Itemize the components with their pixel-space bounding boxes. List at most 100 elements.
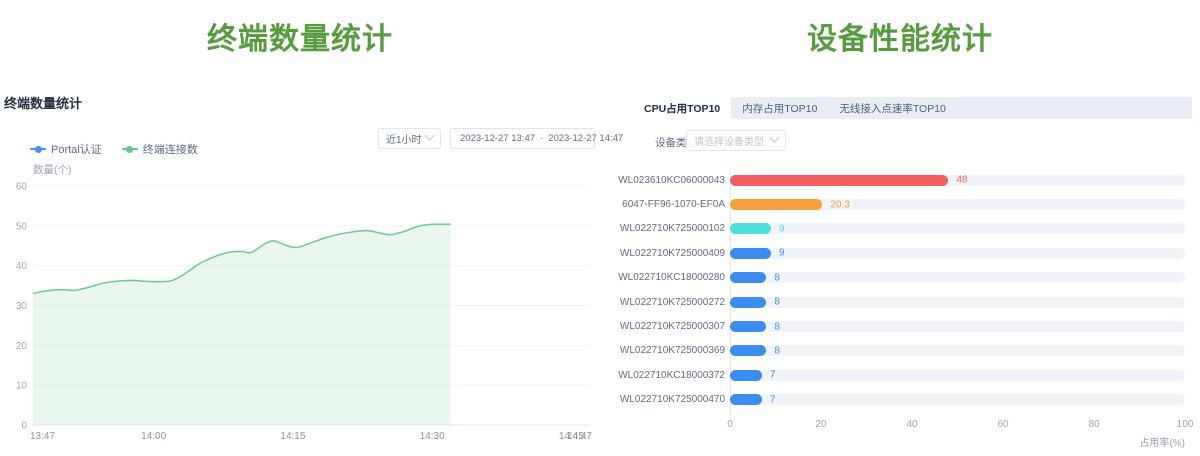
svg-text:0: 0 <box>21 421 27 432</box>
device-type-select[interactable]: 请选择设备类型 <box>686 130 786 151</box>
date-start: 2023-12-27 13:47 <box>460 133 535 144</box>
bar <box>730 321 766 332</box>
bar-plot-area: 9 <box>730 241 1185 265</box>
svg-text:50: 50 <box>16 221 28 232</box>
bar-category-label: WL022710K725000369 <box>645 339 725 363</box>
bar-chart-x-ticks: 020406080100 <box>730 419 1185 431</box>
bar-value-label: 9 <box>779 223 785 234</box>
bar-category-label: WL022710K725000409 <box>645 241 725 265</box>
bar-x-tick: 40 <box>906 419 917 430</box>
terminal-panel-title: 终端数量统计 <box>4 93 82 112</box>
bar-category-label: WL022710K725000307 <box>645 314 725 338</box>
chart-legend: Portal认证 终端连接数 <box>30 141 198 157</box>
time-range-value: 近1小时 <box>386 131 422 146</box>
bar <box>730 199 822 210</box>
bar-track <box>730 297 1185 308</box>
bar-plot-area: 7 <box>730 363 1185 387</box>
bar-track <box>730 370 1185 381</box>
legend-marker-terminal-icon <box>122 148 138 150</box>
tab-memory-top10[interactable]: 内存占用TOP10 <box>731 97 828 119</box>
legend-marker-portal-icon <box>30 148 46 150</box>
bar <box>730 248 771 259</box>
bar <box>730 345 766 356</box>
bar-track <box>730 345 1185 356</box>
bar <box>730 223 771 234</box>
device-performance-section: 设备性能统计 CPU占用TOP10 内存占用TOP10 无线接入点速率TOP10… <box>600 0 1200 456</box>
bar-value-label: 9 <box>779 248 785 259</box>
bar-row: WL022710KC18000280 8 <box>645 266 1185 290</box>
bar-value-label: 48 <box>956 175 967 186</box>
bar-plot-area: 7 <box>730 388 1185 412</box>
date-separator: - <box>539 133 544 144</box>
bar-track <box>730 248 1185 259</box>
bar-chart-x-axis-label: 占用率(%) <box>1139 434 1185 449</box>
svg-text:20: 20 <box>16 341 28 352</box>
svg-text:13:47: 13:47 <box>30 431 55 442</box>
bar-category-label: WL022710K725000272 <box>645 290 725 314</box>
bar-category-label: WL022710K725000102 <box>645 217 725 241</box>
svg-text:30: 30 <box>16 301 28 312</box>
bar <box>730 370 762 381</box>
bar-x-tick: 20 <box>815 419 826 430</box>
legend-label-terminal: 终端连接数 <box>143 141 198 157</box>
cpu-top10-bar-chart: WL023610KC06000043 48 6047-FF96-1070-EF0A 2… <box>645 168 1185 412</box>
bar <box>730 297 766 308</box>
bar-category-label: WL022710KC18000280 <box>645 266 725 290</box>
svg-text:14:47: 14:47 <box>567 431 592 442</box>
bar-plot-area: 8 <box>730 266 1185 290</box>
bar <box>730 272 766 283</box>
bar-plot-area: 9 <box>730 217 1185 241</box>
bar-row: WL022710K725000102 9 <box>645 217 1185 241</box>
bar-value-label: 8 <box>774 321 780 332</box>
bar-category-label: 6047-FF96-1070-EF0A <box>645 192 725 216</box>
bar-row: WL022710K7250004707 <box>645 388 1185 412</box>
svg-text:10: 10 <box>16 381 28 392</box>
bar-plot-area: 8 <box>730 314 1185 338</box>
performance-tabs: CPU占用TOP10 内存占用TOP10 无线接入点速率TOP10 <box>633 97 1192 119</box>
chevron-down-icon <box>770 133 780 143</box>
bar-value-label: 8 <box>774 272 780 283</box>
legend-item-terminal-connections[interactable]: 终端连接数 <box>122 141 198 157</box>
bar-x-tick: 0 <box>727 419 733 430</box>
right-section-title: 设备性能统计 <box>600 14 1200 58</box>
legend-label-portal: Portal认证 <box>51 141 102 157</box>
terminal-count-line-chart: 0102030405060数量(个)13:4714:0014:1514:3014… <box>0 160 600 456</box>
bar-plot-area: 48 <box>730 168 1185 192</box>
bar-plot-area: 20.3 <box>730 192 1185 216</box>
time-range-select[interactable]: 近1小时 <box>378 128 441 149</box>
bar-track <box>730 321 1185 332</box>
bar-category-label: WL023610KC06000043 <box>645 168 725 192</box>
bar-value-label: 8 <box>774 345 780 356</box>
bar-value-label: 20.3 <box>830 199 849 210</box>
bar-row: WL023610KC06000043 48 <box>645 168 1185 192</box>
bar <box>730 175 948 186</box>
bar-row: 6047-FF96-1070-EF0A 20.3 <box>645 192 1185 216</box>
svg-text:40: 40 <box>16 261 28 272</box>
device-type-placeholder: 请选择设备类型 <box>694 133 764 148</box>
bar-row: WL022710KC18000372 7 <box>645 363 1185 387</box>
svg-text:14:00: 14:00 <box>141 431 166 442</box>
bar-category-label: WL022710KC18000372 <box>645 363 725 387</box>
bar-row: WL022710K725000369 8 <box>645 339 1185 363</box>
bar-category-label: WL022710K725000470 <box>645 388 725 412</box>
chevron-down-icon <box>425 131 435 141</box>
date-range-picker[interactable]: 2023-12-27 13:47 - 2023-12-27 14:47 <box>450 128 595 149</box>
tab-cpu-top10[interactable]: CPU占用TOP10 <box>633 97 731 119</box>
bar-x-tick: 80 <box>1088 419 1099 430</box>
bar-x-tick: 60 <box>997 419 1008 430</box>
bar-row: WL022710K725000307 8 <box>645 314 1185 338</box>
bar-track <box>730 394 1185 405</box>
svg-text:数量(个): 数量(个) <box>33 163 72 176</box>
bar-row: WL022710K725000272 8 <box>645 290 1185 314</box>
bar-value-label: 7 <box>770 370 776 381</box>
bar-x-tick: 100 <box>1177 419 1194 430</box>
bar-value-label: 8 <box>774 297 780 308</box>
bar-track <box>730 272 1185 283</box>
tab-wireless-ap-rate-top10[interactable]: 无线接入点速率TOP10 <box>828 97 957 119</box>
left-section-title: 终端数量统计 <box>0 14 600 58</box>
bar-row: WL022710K725000409 9 <box>645 241 1185 265</box>
svg-text:14:30: 14:30 <box>420 431 445 442</box>
legend-item-portal[interactable]: Portal认证 <box>30 141 102 157</box>
svg-text:60: 60 <box>16 182 28 193</box>
bar <box>730 394 762 405</box>
